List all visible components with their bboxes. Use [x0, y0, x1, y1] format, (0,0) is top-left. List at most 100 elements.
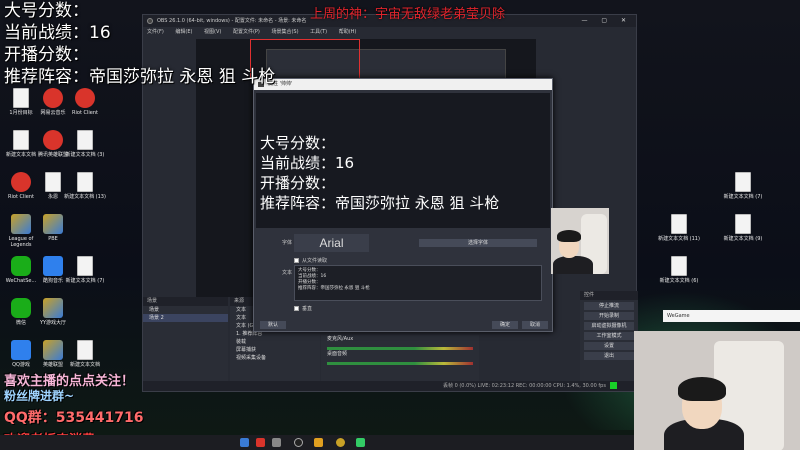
desktop-icon[interactable]: 新建文本文档 (7): [722, 172, 764, 200]
source-item[interactable]: 视频采集设备: [230, 354, 320, 362]
checkbox[interactable]: [294, 258, 299, 263]
desktop-icon-label: 新建文本文档 (11): [658, 236, 700, 242]
text-document-icon: [77, 256, 93, 276]
desktop-icon-label: 新建文本文档 (7): [723, 194, 763, 200]
checkbox[interactable]: [294, 306, 299, 311]
status-text: 丢帧 0 (0.0%) LIVE: 02:23:12 REC: 00:00:00…: [443, 383, 606, 389]
text-input[interactable]: 大号分数： 当前战绩：16 开播分数： 推荐阵容：帝国莎弥拉 永恩 狙 斗枪: [294, 265, 542, 301]
desktop-icon[interactable]: 新建文本文档 (6): [658, 256, 700, 284]
ok-button[interactable]: 确定: [492, 321, 518, 329]
scenes-header: 场景: [143, 297, 228, 306]
dialog-preview: 大号分数： 当前战绩：16 开播分数： 推荐阵容：帝国莎弥拉 永恩 狙 斗枪: [256, 93, 550, 228]
menu-help[interactable]: 帮助(H): [339, 29, 357, 35]
app-icon: [11, 340, 31, 360]
text-document-icon: [13, 130, 29, 150]
vertical-option[interactable]: 垂直: [294, 305, 312, 312]
desktop-icon[interactable]: PBE: [32, 214, 74, 242]
promo-qq-group: QQ群：535441716: [4, 410, 144, 426]
taskbar-app-icon[interactable]: [256, 438, 265, 447]
virtual-camera-button[interactable]: 启动虚拟摄像机: [584, 322, 634, 330]
text-document-icon: [13, 88, 29, 108]
mixer-track-label: 麦克风/Aux: [327, 336, 354, 342]
current-record: 当前战绩：16: [4, 23, 111, 43]
cancel-button[interactable]: 取消: [522, 321, 548, 329]
app-icon: [43, 298, 63, 318]
main-score-label: 大号分数：: [4, 1, 89, 21]
volume-meter[interactable]: [327, 362, 473, 365]
alt-score-label: 开播分数：: [4, 45, 89, 65]
text-document-icon: [671, 214, 687, 234]
desktop-icon[interactable]: 新建文本文档: [64, 340, 106, 368]
taskbar-app-icon[interactable]: [356, 438, 365, 447]
wegame-window-titlebar[interactable]: WeGame: [663, 310, 800, 322]
desktop-icon[interactable]: Riot Client: [64, 88, 106, 116]
desktop-icon[interactable]: 新建文本文档 (7): [64, 256, 106, 284]
promo-fan-badge: 粉丝牌进群~: [4, 389, 75, 403]
text-document-icon: [735, 172, 751, 192]
text-document-icon: [77, 130, 93, 150]
mixer-track-label: 桌面音频: [327, 351, 348, 357]
person-shirt: [553, 256, 593, 274]
desktop-icon[interactable]: 新建文本文档 (9): [722, 214, 764, 242]
desktop-icon[interactable]: YY游戏大厅: [32, 298, 74, 326]
app-icon: [11, 256, 31, 276]
text-document-icon: [77, 172, 93, 192]
scenes-panel: 场景 场景 场景 2: [143, 297, 228, 391]
top-banner-text: 上周的神：宇宙无敌绿老弟莹贝除: [310, 7, 506, 22]
taskbar: [0, 435, 634, 450]
preview-text: 大号分数： 当前战绩：16 开播分数： 推荐阵容：帝国莎弥拉 永恩 狙 斗枪: [260, 134, 500, 212]
taskbar-app-icon[interactable]: [314, 438, 323, 447]
app-icon: [11, 298, 31, 318]
defaults-button[interactable]: 默认: [260, 321, 286, 329]
controls-header: 控件: [580, 291, 638, 300]
window-controls[interactable]: — ▢ ✕: [581, 15, 632, 27]
desktop-icon-label: 新建文本文档: [69, 362, 100, 368]
settings-button[interactable]: 设置: [584, 342, 634, 350]
person-hair: [678, 377, 726, 401]
desktop-icon-label: 新建文本文档 (3): [65, 152, 105, 158]
app-icon: [43, 256, 63, 276]
source-item[interactable]: 屏幕捕获: [230, 346, 320, 354]
vertical-label: 垂直: [302, 306, 313, 312]
taskbar-app-icon[interactable]: [240, 438, 249, 447]
text-label: 文本: [282, 270, 293, 276]
start-recording-button[interactable]: 开始录制: [584, 312, 634, 320]
menu-tools[interactable]: 工具(T): [310, 29, 327, 35]
desktop-icon-label: 新建文本文档 (7): [65, 278, 105, 284]
choose-font-button[interactable]: 选择字体: [419, 239, 537, 247]
text-document-icon: [77, 340, 93, 360]
text-document-icon: [45, 172, 61, 192]
menu-scene-collection[interactable]: 场景集合(S): [271, 29, 298, 35]
stream-stats-overlay: 大号分数： 当前战绩：16 开播分数： 推荐阵容：帝国莎弥拉 永恩 狙 斗枪: [4, 0, 275, 88]
taskbar-app-icon[interactable]: [336, 438, 345, 447]
taskbar-obs-icon[interactable]: [294, 438, 303, 447]
app-icon: [43, 88, 63, 108]
desktop-icon-label: 新建文本文档 (13): [64, 194, 106, 200]
desktop-icon-label: YY游戏大厅: [39, 320, 67, 326]
font-label: 字体: [282, 240, 293, 246]
stop-streaming-button[interactable]: 停止推流: [584, 302, 634, 310]
person-hair: [557, 230, 581, 242]
source-item[interactable]: 装载: [230, 338, 320, 346]
studio-mode-button[interactable]: 工作室模式: [584, 332, 634, 340]
app-icon: [43, 214, 63, 234]
desktop-icon-label: 新建文本文档 (6): [659, 278, 699, 284]
wegame-title: WeGame: [667, 313, 690, 319]
desktop-icon-label: Riot Client: [72, 110, 98, 116]
desktop-icon[interactable]: 新建文本文档 (13): [64, 172, 106, 200]
desktop-icon[interactable]: 新建文本文档 (11): [658, 214, 700, 242]
taskbar-app-icon[interactable]: [272, 438, 281, 447]
desktop-icon[interactable]: 新建文本文档 (3): [64, 130, 106, 158]
text-document-icon: [735, 214, 751, 234]
app-icon: [11, 214, 31, 234]
scene-item[interactable]: 场景 2: [143, 314, 228, 322]
text-document-icon: [671, 256, 687, 276]
exit-button[interactable]: 退出: [584, 352, 634, 360]
lineup-text: 推荐阵容：帝国莎弥拉 永恩 狙 斗枪: [4, 67, 276, 87]
dialog-titlebar[interactable]: 属性 '帅帅': [254, 79, 552, 90]
text-properties-dialog[interactable]: 属性 '帅帅' 大号分数： 当前战绩：16 开播分数： 推荐阵容：帝国莎弥拉 永…: [253, 78, 553, 332]
controls-panel: 控件 停止推流 开始录制 启动虚拟摄像机 工作室模式 设置 退出: [580, 291, 638, 391]
from-file-option[interactable]: 从文件读取: [294, 257, 327, 264]
scene-item[interactable]: 场景: [143, 306, 228, 314]
from-file-label: 从文件读取: [302, 258, 328, 264]
